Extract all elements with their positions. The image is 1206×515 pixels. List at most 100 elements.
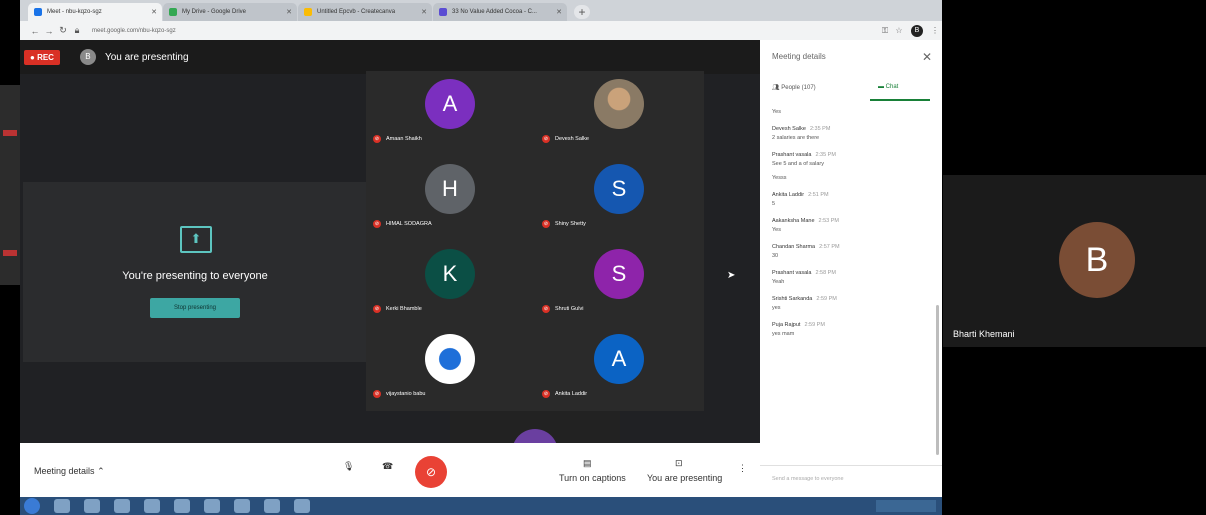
presenter-avatar: B [79,49,96,65]
tab-favicon-icon [169,8,177,16]
forward-icon[interactable]: → [42,26,56,36]
chat-scrollbar[interactable] [936,305,939,455]
presenting-status-label[interactable]: You are presenting [647,473,722,483]
hang-up-icon[interactable]: ☎ [382,461,393,472]
message-time: 2:59 PM [816,296,837,302]
taskbar-app[interactable] [204,499,220,513]
taskbar-app[interactable] [114,499,130,513]
captions-icon[interactable]: ▤ [583,458,592,469]
participant-name-text: HIMAL SODAGRA [386,221,432,227]
browser-tab[interactable]: Meet - nbu-kqzo-sgz ✕ [28,3,162,21]
mic-muted-icon: ⊘ [542,135,550,143]
participant-name-text: Kerki Bhamble [386,306,422,312]
edge-marker [3,130,17,136]
sender-name: Puja Rajput [772,322,801,328]
browser-tab[interactable]: 33 No Value Added Cocoa - C... ✕ [433,3,567,21]
new-tab-icon[interactable]: + [574,5,590,19]
tab-close-icon[interactable]: ✕ [421,8,427,16]
chat-sender: Prashant vasala 2:35 PM [772,152,932,158]
sender-name: Prashant vasala [772,270,812,276]
chat-message: Devesh Salke 2:35 PM 2 salaries are there [772,126,932,141]
participant-name: ⊘ Shiny Shetty [542,220,586,228]
participant-avatar: A [425,79,475,129]
url-field[interactable]: meet.google.com/nbu-kqzo-sgz [92,28,878,34]
tab-close-icon[interactable]: ✕ [151,8,157,16]
browser-tab[interactable]: My Drive - Google Drive ✕ [163,3,297,21]
participant-name: ⊘ Devesh Salke [542,135,589,143]
reload-icon[interactable]: ↻ [56,25,70,36]
chat-sender: Ankita Laddir 2:51 PM [772,192,932,198]
people-icon: 👥︎ [772,85,780,91]
taskbar-app[interactable] [294,499,310,513]
edge-marker [3,250,17,256]
taskbar-app[interactable] [234,499,250,513]
participant-tile: S ⊘ Shiny Shetty [535,156,704,241]
participant-avatar: S [594,249,644,299]
message-text: 30 [772,253,779,259]
mic-muted-icon: ⊘ [373,220,381,228]
stop-presenting-button[interactable]: Stop presenting [150,298,240,318]
camera-off-button[interactable]: ⊘ [415,456,447,488]
menu-icon[interactable]: ⋮ [928,26,942,35]
participant-name: ⊘ HIMAL SODAGRA [373,220,432,228]
chat-message: Srishti Sarkanda 2:59 PM yes [772,296,932,311]
tab-favicon-icon [439,8,447,16]
start-button[interactable] [24,498,40,514]
presenting-label: You are presenting [104,51,189,63]
message-time: 2:58 PM [815,270,836,276]
back-icon[interactable]: ← [28,26,42,36]
message-text: yes [772,305,781,311]
left-edge-strip [0,85,20,285]
tab-people[interactable]: 👥︎ People (107) [772,84,816,91]
participant-name: Bharti Khemani [953,329,1015,339]
close-icon[interactable]: ✕ [922,50,932,64]
participant-avatar: K [425,249,475,299]
participant-tile: ⊘ Devesh Salke [535,71,704,156]
system-tray[interactable] [876,500,936,512]
tab-chat[interactable]: ▬ Chat [878,84,898,90]
message-time: 2:35 PM [815,152,836,158]
captions-label[interactable]: Turn on captions [559,473,626,483]
more-options-icon[interactable]: ⋮ [738,463,747,474]
key-icon[interactable]: ⚿ [878,26,892,36]
participant-name-text: Shiny Shetty [555,221,586,227]
taskbar-app[interactable] [144,499,160,513]
taskbar-app[interactable] [174,499,190,513]
taskbar-app[interactable] [54,499,70,513]
people-tab-label: People (107) [781,85,816,91]
message-time: 2:53 PM [818,218,839,224]
present-icon[interactable]: ⊡ [675,458,683,469]
message-text: Yesss [772,175,787,181]
tab-close-icon[interactable]: ✕ [286,8,292,16]
tab-label: 33 No Value Added Cocoa - C... [452,9,537,15]
message-text: yes mam [772,331,795,337]
shared-screen: Meet - nbu-kqzo-sgz ✕ My Drive - Google Dr… [20,0,942,515]
browser-tab[interactable]: Untitled Epcvb - Createcanva ✕ [298,3,432,21]
sender-name: Devesh Salke [772,126,806,132]
participant-name-text: vijaystanio babu [386,391,426,397]
rec-badge: ● REC [24,49,60,65]
taskbar-app[interactable] [84,499,100,513]
star-icon[interactable]: ☆ [892,26,906,35]
taskbar-app[interactable] [264,499,280,513]
present-screen-icon: ⬆ [180,226,212,253]
camera-off-icon: ⊘ [425,465,437,479]
message-text: Yes [772,227,781,233]
tab-favicon-icon [34,8,42,16]
stage: Meet - nbu-kqzo-sgz ✕ My Drive - Google Dr… [0,0,1206,515]
chat-icon: ▬ [878,84,884,90]
chat-message: Chandan Sharma 2:57 PM 30 [772,244,932,259]
profile-avatar[interactable]: B [911,24,923,37]
participant-name-text: Devesh Salke [555,136,589,142]
chat-input-placeholder: Send a message to everyone [772,476,844,482]
tab-label: Untitled Epcvb - Createcanva [317,9,396,15]
participant-name: ⊘ vijaystanio babu [373,390,425,398]
message-text: 5 [772,201,776,207]
tab-close-icon[interactable]: ✕ [556,8,562,16]
participant-name: ⊘ Amaan Shaikh [373,135,422,143]
mic-muted-icon: ⊘ [542,390,550,398]
participant-name: ⊘ Ankita Laddir [542,390,587,398]
meeting-details-button[interactable]: Meeting details ⌃ [34,466,105,477]
microphone-icon[interactable]: 🎙︎ [343,461,354,472]
sender-name: Chandan Sharma [772,244,816,250]
